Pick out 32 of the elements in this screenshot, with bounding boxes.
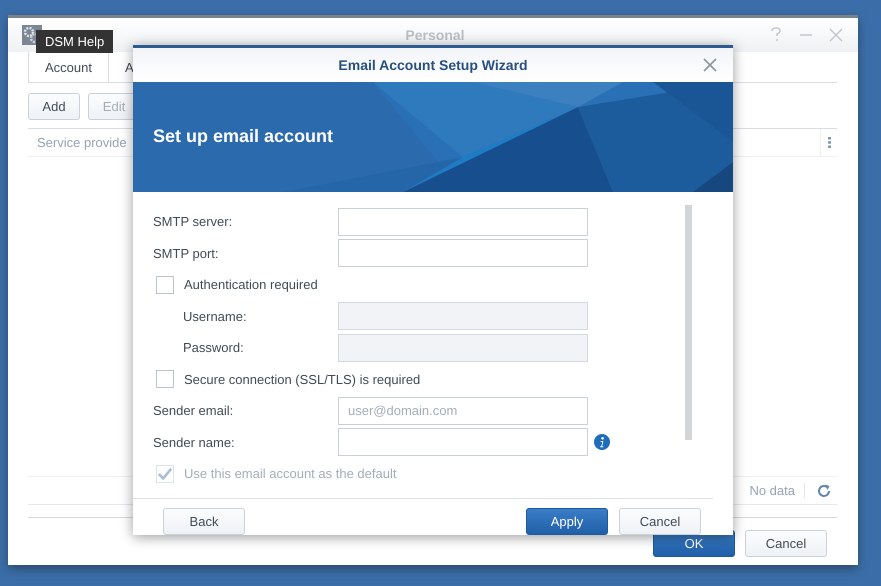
checkbox-label: Authentication required: [184, 277, 318, 292]
button[interactable]: Cancel: [619, 508, 701, 535]
checkbox-label: Secure connection (SSL/TLS) is required: [184, 372, 420, 387]
refresh-icon[interactable]: [817, 484, 831, 498]
button[interactable]: Cancel: [745, 530, 827, 557]
banner-title: Set up email account: [153, 126, 334, 147]
close-icon[interactable]: [828, 27, 844, 43]
field-label: SMTP port:: [153, 246, 220, 261]
tooltip: DSM Help: [36, 30, 114, 53]
input-field[interactable]: [338, 428, 588, 456]
input-field[interactable]: [338, 239, 588, 268]
dialog-title: Email Account Setup Wizard: [338, 57, 528, 73]
field-label: Username:: [182, 308, 248, 324]
button[interactable]: Apply: [526, 508, 608, 535]
checkbox-label: Use this email account as the default: [184, 466, 396, 482]
close-icon[interactable]: [703, 58, 717, 72]
input-field[interactable]: user@domain.com: [338, 396, 588, 425]
checkbox[interactable]: [156, 276, 174, 294]
tab[interactable]: A: [108, 52, 150, 82]
menu-icon[interactable]: [828, 137, 830, 148]
field-label: SMTP server:: [153, 214, 234, 230]
paging-status: No data: [749, 483, 805, 498]
button[interactable]: Add: [28, 93, 80, 120]
field-label: Sender name:: [153, 434, 236, 450]
field-label: Password:: [182, 340, 245, 356]
window-title: Personal: [405, 27, 465, 43]
scrollbar[interactable]: [685, 205, 692, 440]
button[interactable]: Back: [163, 508, 245, 535]
info-icon[interactable]: [594, 434, 610, 450]
checkbox[interactable]: [156, 370, 174, 388]
field-label: Sender email:: [153, 403, 234, 418]
input-field[interactable]: [338, 208, 588, 236]
